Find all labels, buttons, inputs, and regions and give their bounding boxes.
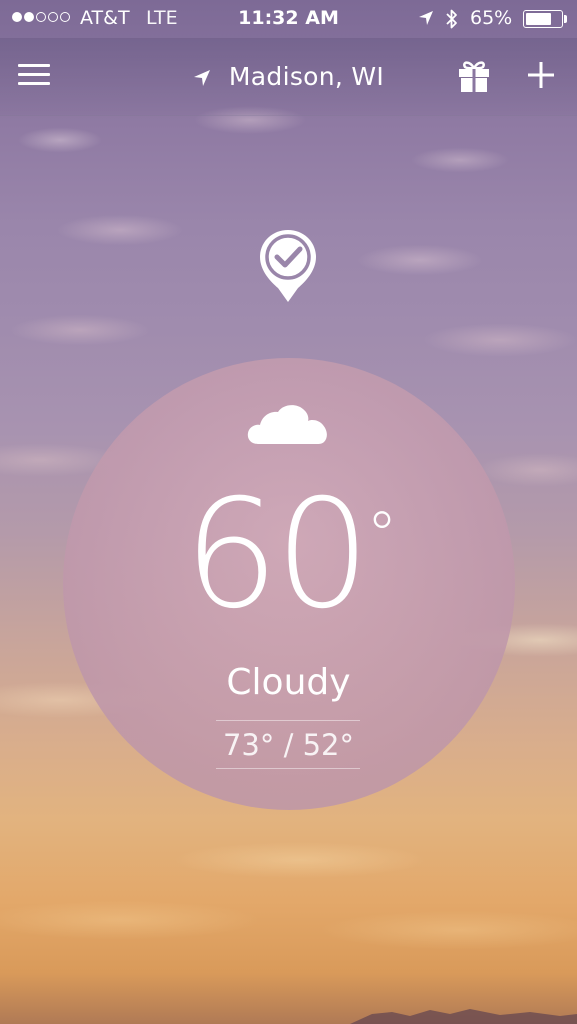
checkmark-pin-icon[interactable] bbox=[254, 226, 322, 306]
temperature-value: 60 bbox=[183, 468, 371, 642]
battery-percent: 65% bbox=[470, 7, 513, 29]
gift-icon[interactable] bbox=[456, 58, 492, 94]
location-name: Madison, WI bbox=[228, 62, 385, 91]
battery-icon bbox=[523, 10, 563, 28]
location-arrow-icon bbox=[193, 70, 210, 86]
cloud-icon bbox=[247, 405, 327, 444]
horizon-hills bbox=[350, 1009, 577, 1024]
divider bbox=[216, 768, 360, 769]
current-temperature: 60° bbox=[0, 470, 577, 640]
degree-symbol: ° bbox=[366, 498, 397, 571]
high-low-temperature: 73° / 52° bbox=[222, 728, 354, 762]
status-bar: AT&T LTE 11:32 AM 65% bbox=[0, 0, 577, 38]
plus-icon[interactable] bbox=[524, 58, 558, 92]
nav-bar: Madison, WI bbox=[0, 38, 577, 116]
bluetooth-icon bbox=[446, 9, 457, 29]
battery-fill bbox=[526, 13, 551, 25]
battery-tip bbox=[564, 15, 567, 23]
weather-condition: Cloudy bbox=[226, 662, 351, 703]
divider bbox=[216, 720, 360, 721]
location-services-icon bbox=[419, 11, 433, 25]
